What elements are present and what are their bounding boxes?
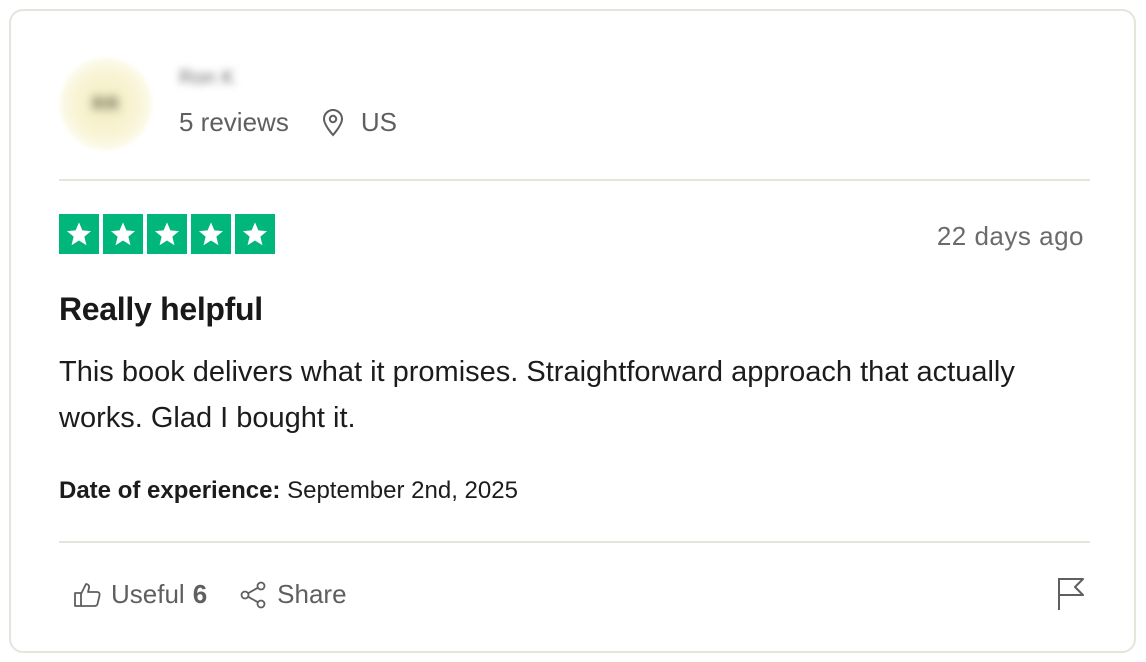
flag-icon <box>1058 578 1084 610</box>
useful-label: Useful <box>111 579 185 609</box>
star-icon <box>235 214 275 254</box>
avatar-initials: RR <box>92 93 120 114</box>
star-icon <box>59 214 99 254</box>
experience-date: September 2nd, 2025 <box>287 477 518 504</box>
useful-button[interactable]: Useful 6 <box>73 579 207 610</box>
share-icon <box>240 581 266 608</box>
experience-label: Date of experience: <box>59 477 281 504</box>
thumbs-up-icon <box>74 582 101 607</box>
share-button[interactable]: Share <box>239 579 347 610</box>
star-icon <box>103 214 143 254</box>
share-label: Share <box>277 579 347 609</box>
divider <box>59 179 1090 181</box>
avatar[interactable]: RR <box>60 58 152 150</box>
star-rating <box>59 214 275 254</box>
star-icon <box>147 214 187 254</box>
reviewer-location: US <box>360 107 397 137</box>
review-actions: Useful 6 Share <box>73 579 347 610</box>
reviews-count: 5 reviews <box>179 107 289 137</box>
reviewer-meta: 5 reviews US <box>179 107 397 138</box>
review-date: 22 days ago <box>936 221 1084 251</box>
location-pin-icon <box>321 108 345 137</box>
report-button[interactable] <box>1056 576 1086 612</box>
review-body: This book delivers what it promises. Str… <box>59 356 1015 434</box>
date-of-experience: Date of experience: September 2nd, 2025 <box>59 477 518 505</box>
review-title: Really helpful <box>59 291 263 327</box>
star-icon <box>191 214 231 254</box>
useful-count: 6 <box>192 579 208 609</box>
review-card: RR Ron K 5 reviews US 22 days ago Really… <box>9 9 1136 653</box>
reviewer-name[interactable]: Ron K <box>179 67 235 90</box>
divider <box>59 541 1090 543</box>
